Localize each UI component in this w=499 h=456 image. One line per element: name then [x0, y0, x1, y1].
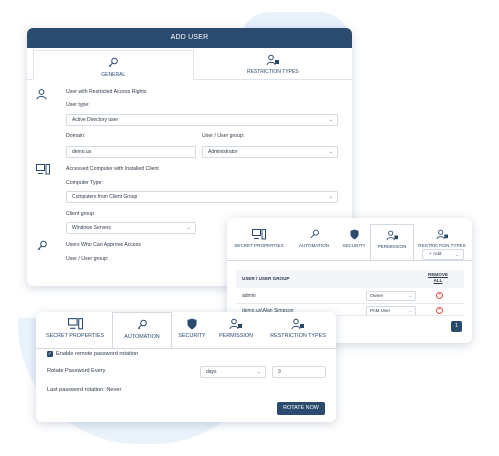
user-type-label: User type:: [66, 102, 90, 108]
approve-group-label: User / User group:: [66, 256, 109, 262]
chevron-down-icon: ⌄: [408, 293, 412, 298]
tab-label: AUTOMATION: [124, 334, 160, 340]
remove-icon[interactable]: ×: [436, 307, 443, 314]
row-user: admin: [242, 293, 256, 299]
tab-security[interactable]: SECURITY: [339, 224, 369, 260]
client-group-label: Client group: [66, 211, 94, 217]
tab-label: AUTOMATION: [298, 243, 330, 248]
last-rotation-text: Last password rotation: Never: [47, 387, 122, 393]
chevron-down-icon: ⌄: [328, 149, 333, 155]
remove-icon[interactable]: ×: [436, 292, 443, 299]
computer-type-label: Computer Type:: [66, 180, 103, 186]
add-label: + Add: [429, 252, 442, 257]
tab-label: RESTRICTION TYPES: [246, 69, 299, 75]
role-value: Owner: [370, 293, 384, 298]
remove-all-link[interactable]: REMOVE ALL: [426, 272, 450, 284]
tab-label: SECURITY: [178, 333, 206, 339]
tab-divider: [36, 348, 336, 349]
rotation-unit-value: days: [206, 369, 217, 375]
user-group-value: Administrator: [208, 149, 238, 155]
table-header: USER / USER GROUP REMOVE ALL: [236, 270, 464, 288]
section-title: Users Who Can Approve Access: [66, 242, 141, 248]
dialog-title: ADD USER: [27, 28, 352, 48]
chevron-down-icon: ⌄: [408, 308, 412, 313]
tab-secret-properties[interactable]: SECRET PROPERTIES: [231, 224, 287, 260]
user-lock-icon: [386, 230, 398, 241]
tab-automation[interactable]: AUTOMATION: [289, 224, 339, 260]
tab-label: PERMISSION: [377, 244, 407, 249]
user-group-label: User / User group:: [202, 133, 245, 139]
user-icon: [36, 89, 47, 100]
key-icon: [37, 240, 47, 250]
chevron-down-icon: ⌄: [328, 117, 333, 123]
tab-label: GENERAL: [101, 72, 126, 78]
automation-panel: SECRET PROPERTIES AUTOMATION SECURITY PE…: [36, 312, 336, 422]
tab-label: SECRET PROPERTIES: [46, 333, 104, 339]
chevron-down-icon: ⌄: [186, 225, 191, 231]
client-group-select[interactable]: Windows Servers ⌄: [66, 222, 196, 234]
user-lock-icon: [266, 54, 279, 66]
computer-icon: [67, 318, 83, 330]
tab-divider: [227, 260, 472, 261]
tab-permission[interactable]: PERMISSION: [370, 224, 414, 260]
column-header-user[interactable]: USER / USER GROUP: [242, 276, 289, 281]
role-value: PAM User: [370, 308, 391, 313]
computer-type-value: Computers from Client Group: [72, 194, 138, 200]
section-title: User with Restricted Access Rights: [66, 89, 147, 95]
domain-label: Domain:: [66, 133, 86, 139]
chevron-down-icon: ⌄: [455, 252, 459, 257]
rotate-every-label: Rotate Password Every: [47, 368, 106, 374]
user-group-select[interactable]: Administrator ⌄: [202, 146, 338, 158]
user-type-select[interactable]: Active Directory user ⌄: [66, 114, 338, 126]
rotate-now-button[interactable]: ROTATE NOW: [277, 402, 325, 415]
rotation-unit-select[interactable]: days ⌄: [200, 366, 266, 378]
user-lock-icon: [229, 318, 242, 330]
role-select[interactable]: PAM User ⌄: [366, 306, 416, 315]
tab-general[interactable]: GENERAL: [33, 50, 194, 80]
computer-type-select[interactable]: Computers from Client Group ⌄: [66, 191, 338, 203]
key-icon: [108, 57, 119, 67]
client-group-value: Windows Servers: [72, 225, 111, 231]
key-icon: [137, 319, 147, 329]
tab-automation[interactable]: AUTOMATION: [112, 312, 172, 348]
tab-security[interactable]: SECURITY: [173, 312, 211, 348]
table-row: admin Owner ⌄ ×: [236, 288, 464, 304]
enable-rotation-checkbox[interactable]: ✓: [47, 351, 53, 357]
chevron-down-icon: ⌄: [256, 369, 261, 375]
tab-label: RESTRICTION TYPES: [418, 243, 466, 248]
domain-value: demo.us: [72, 149, 92, 155]
computer-icon: [252, 229, 266, 240]
tab-label: SECURITY: [342, 243, 366, 248]
shield-icon: [187, 318, 197, 330]
tab-secret-properties[interactable]: SECRET PROPERTIES: [40, 312, 110, 348]
chevron-down-icon: ⌄: [328, 194, 333, 200]
tab-label: RESTRICTION TYPES: [270, 333, 326, 339]
domain-field[interactable]: demo.us: [66, 146, 196, 158]
tab-restriction-types[interactable]: RESTRICTION TYPES: [194, 48, 353, 79]
tab-label: PERMISSION: [219, 333, 253, 339]
add-button[interactable]: + Add ⌄: [422, 249, 464, 260]
enable-rotation-label: Enable remote password rotation: [56, 351, 139, 357]
shield-icon: [349, 229, 359, 240]
dialog-tabs: GENERAL RESTRICTION TYPES: [27, 48, 352, 80]
computer-icon: [36, 164, 50, 175]
rotation-count-value: 3: [278, 369, 281, 375]
tab-label: SECRET PROPERTIES: [234, 243, 284, 248]
tab-restriction-types[interactable]: RESTRICTION TYPES: [262, 312, 334, 348]
page-button[interactable]: 1: [451, 321, 462, 332]
rotation-count-input[interactable]: 3: [272, 366, 326, 378]
user-lock-icon: [291, 318, 304, 330]
section-title: Accessed Computer with Installed Client: [66, 166, 159, 172]
user-type-value: Active Directory user: [72, 117, 119, 123]
tab-permission[interactable]: PERMISSION: [213, 312, 259, 348]
role-select[interactable]: Owner ⌄: [366, 291, 416, 301]
key-icon: [310, 229, 319, 239]
user-lock-icon: [436, 229, 448, 240]
